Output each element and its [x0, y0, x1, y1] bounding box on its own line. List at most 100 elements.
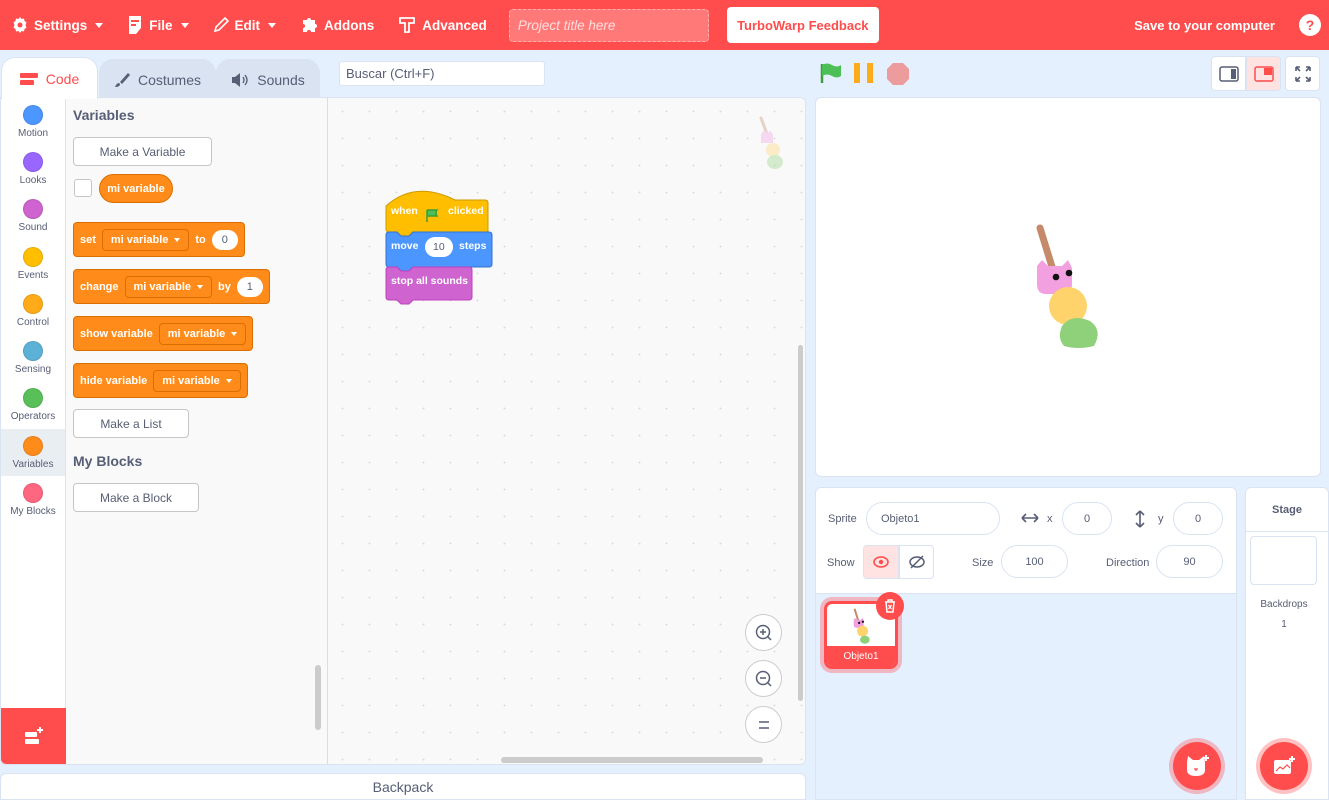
- dropdown-value: mi variable: [133, 280, 191, 293]
- settings-label: Settings: [34, 17, 88, 33]
- category-color-dot-icon: [23, 151, 43, 172]
- hide-variable-block[interactable]: hide variable mi variable: [73, 363, 248, 398]
- delete-sprite-button[interactable]: [876, 592, 904, 620]
- settings-menu[interactable]: Settings: [0, 0, 115, 50]
- workspace-vertical-scrollbar[interactable]: [798, 345, 803, 701]
- category-events[interactable]: Events: [1, 240, 65, 287]
- show-sprite-button[interactable]: [863, 545, 899, 579]
- stage-title: Stage: [1246, 488, 1328, 532]
- stage-selector[interactable]: Stage Backdrops 1: [1245, 487, 1329, 800]
- backpack-header[interactable]: Backpack: [0, 773, 806, 800]
- addons-label: Addons: [324, 17, 375, 33]
- workspace-horizontal-scrollbar[interactable]: [501, 757, 763, 763]
- small-stage-button[interactable]: [1211, 56, 1246, 91]
- backdrops-count: 1: [1281, 619, 1287, 630]
- size-input[interactable]: 100: [1001, 545, 1068, 578]
- add-extension-button[interactable]: [1, 708, 66, 764]
- puzzle-icon: [303, 18, 318, 32]
- addons-menu[interactable]: Addons: [288, 0, 386, 50]
- value-input[interactable]: 1: [236, 276, 263, 297]
- palette-scrollbar[interactable]: [315, 665, 321, 730]
- stop-icon[interactable]: [886, 62, 910, 86]
- zoom-reset-button[interactable]: [745, 706, 782, 743]
- zoom-out-button[interactable]: [745, 660, 782, 697]
- save-button[interactable]: Save to your computer: [1134, 18, 1275, 33]
- help-icon[interactable]: ?: [1299, 14, 1321, 36]
- variable-dropdown[interactable]: mi variable: [124, 275, 212, 298]
- category-label: Operators: [10, 411, 56, 423]
- direction-input[interactable]: 90: [1156, 545, 1223, 578]
- by-label: by: [218, 280, 231, 293]
- cat-add-icon: [1187, 755, 1209, 776]
- value-input[interactable]: 0: [211, 229, 238, 250]
- x-input[interactable]: 0: [1062, 502, 1112, 535]
- variable-monitor-checkbox[interactable]: [74, 179, 92, 197]
- large-stage-button[interactable]: [1246, 56, 1281, 91]
- variables-heading: Variables: [73, 107, 135, 123]
- add-backdrop-button[interactable]: [1260, 742, 1308, 790]
- fullscreen-button[interactable]: [1285, 56, 1320, 91]
- category-color-dot-icon: [23, 199, 43, 220]
- large-stage-icon: [1253, 65, 1274, 82]
- move-label: move: [391, 240, 419, 252]
- make-list-button[interactable]: Make a List: [73, 409, 189, 438]
- show-label: Show: [827, 557, 855, 569]
- dropdown-value: mi variable: [110, 233, 169, 246]
- sprite-dango-cat[interactable]: [1026, 218, 1106, 358]
- sprite-info-panel: Sprite Objeto1 x 0 y 0 Show Size 100 Dir…: [816, 488, 1236, 594]
- add-sprite-button[interactable]: [1173, 742, 1221, 790]
- edit-label: Edit: [234, 17, 261, 33]
- move-steps-input[interactable]: 10: [425, 237, 453, 257]
- sprite-thumbnail: [853, 608, 870, 644]
- make-variable-button[interactable]: Make a Variable: [73, 137, 212, 166]
- green-flag-icon[interactable]: [819, 62, 843, 84]
- gear-icon: [13, 17, 27, 33]
- change-variable-block[interactable]: change mi variable by 1: [73, 269, 270, 304]
- menu-bar: Settings File Edit Addons Advanced Proje…: [0, 0, 1329, 50]
- variable-dropdown[interactable]: mi variable: [101, 228, 190, 251]
- variable-dropdown[interactable]: mi variable: [153, 369, 241, 392]
- script-workspace[interactable]: when clicked move 10 steps stop all soun…: [329, 98, 805, 764]
- category-control[interactable]: Control: [1, 287, 65, 334]
- sprite-name-input[interactable]: Objeto1: [866, 502, 1000, 535]
- file-menu[interactable]: File: [115, 0, 200, 50]
- fullscreen-icon: [1294, 65, 1311, 82]
- category-variables[interactable]: Variables: [1, 429, 65, 477]
- pause-icon[interactable]: [853, 62, 877, 84]
- category-sensing[interactable]: Sensing: [1, 334, 65, 381]
- category-operators[interactable]: Operators: [1, 382, 65, 429]
- stage-thumbnail[interactable]: [1250, 536, 1317, 585]
- category-sound[interactable]: Sound: [1, 193, 65, 240]
- tab-costumes-label: Costumes: [137, 71, 202, 88]
- advanced-menu[interactable]: Advanced: [386, 0, 499, 50]
- category-my-blocks[interactable]: My Blocks: [1, 476, 65, 523]
- chevron-down-icon: [95, 22, 104, 28]
- edit-menu[interactable]: Edit: [201, 0, 289, 50]
- make-block-button[interactable]: Make a Block: [73, 483, 199, 512]
- stage-canvas[interactable]: [815, 97, 1321, 477]
- zoom-in-button[interactable]: [745, 614, 782, 651]
- tab-sounds[interactable]: Sounds: [216, 59, 320, 99]
- show-variable-block[interactable]: show variable mi variable: [73, 316, 254, 351]
- code-icon: [19, 72, 38, 85]
- script-stack[interactable]: when clicked move 10 steps stop all soun…: [385, 186, 495, 315]
- category-motion[interactable]: Motion: [1, 98, 65, 145]
- feedback-button[interactable]: TurboWarp Feedback: [726, 7, 879, 43]
- block-palette: Variables Make a Variable mi variable se…: [66, 98, 328, 764]
- tab-code[interactable]: Code: [1, 57, 98, 99]
- set-variable-block[interactable]: set mi variable to 0: [73, 222, 245, 257]
- y-input[interactable]: 0: [1173, 502, 1223, 535]
- chevron-down-icon: [174, 237, 181, 242]
- hide-sprite-button[interactable]: [899, 545, 934, 579]
- search-input[interactable]: Buscar (Ctrl+F): [339, 61, 545, 86]
- variable-dropdown[interactable]: mi variable: [158, 322, 247, 345]
- trash-icon: [885, 599, 895, 613]
- tab-costumes[interactable]: Costumes: [99, 59, 216, 99]
- variable-reporter[interactable]: mi variable: [99, 174, 173, 203]
- project-title-input[interactable]: Project title here: [508, 8, 709, 42]
- change-label: change: [80, 280, 119, 293]
- sprite-tile-name: Objeto1: [827, 646, 895, 666]
- category-looks[interactable]: Looks: [1, 145, 65, 192]
- hat-when-label: when: [391, 205, 418, 217]
- equals-icon: [758, 720, 769, 729]
